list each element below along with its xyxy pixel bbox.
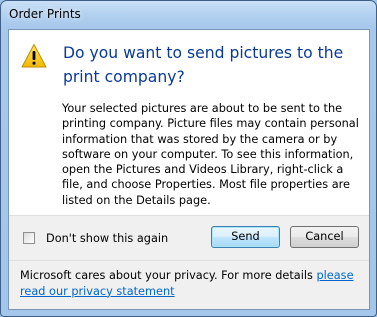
cancel-button[interactable]: Cancel bbox=[290, 226, 359, 248]
dialog-heading: Do you want to send pictures to the prin… bbox=[63, 44, 344, 86]
privacy-footer: Microsoft cares about your privacy. For … bbox=[9, 261, 369, 309]
order-prints-dialog: Order Prints Do you want to send picture… bbox=[0, 0, 377, 317]
dont-show-again-label[interactable]: Don't show this again bbox=[46, 231, 168, 246]
privacy-notice: Microsoft cares about your privacy. For … bbox=[20, 268, 360, 299]
send-button[interactable]: Send bbox=[211, 226, 280, 248]
button-bar: Don't show this again Send Cancel bbox=[9, 216, 369, 260]
warning-icon bbox=[21, 43, 47, 69]
window-title: Order Prints bbox=[9, 7, 81, 21]
dont-show-again-checkbox[interactable] bbox=[23, 232, 35, 244]
dialog-message: Your selected pictures are about to be s… bbox=[62, 102, 359, 207]
dialog-content: Do you want to send pictures to the prin… bbox=[8, 29, 370, 310]
title-bar[interactable]: Order Prints bbox=[1, 1, 376, 29]
dont-show-again-option[interactable]: Don't show this again bbox=[23, 231, 193, 247]
privacy-text: Microsoft cares about your privacy. For … bbox=[20, 269, 317, 282]
